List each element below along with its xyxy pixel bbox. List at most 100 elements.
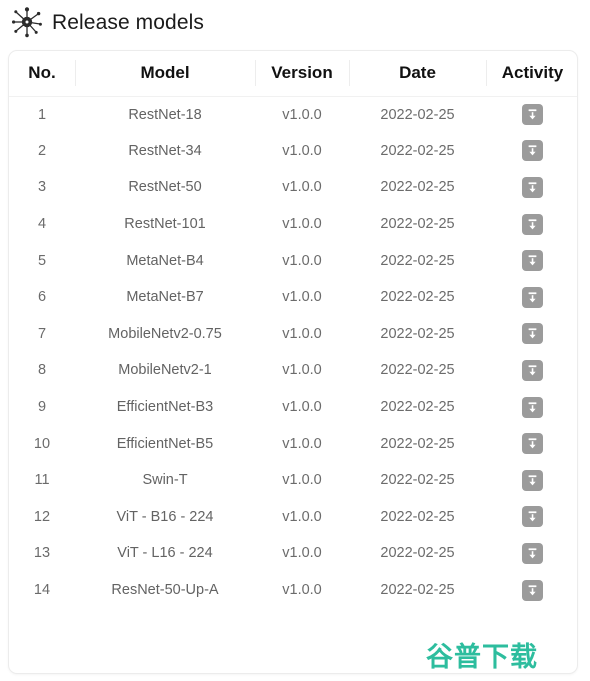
network-nodes-icon: [10, 5, 44, 39]
cell-model: RestNet-50: [128, 179, 202, 196]
cell-version: v1.0.0: [282, 508, 322, 525]
download-icon[interactable]: [522, 286, 543, 308]
cell-version: v1.0.0: [282, 435, 322, 452]
table-row: 4 RestNet-101 v1.0.0 2022-02-25: [9, 206, 577, 243]
table-row: 8 MobileNetv2-1 v1.0.0 2022-02-25: [9, 352, 577, 389]
cell-no: 2: [37, 142, 47, 159]
cell-model: Swin-T: [142, 472, 188, 489]
cell-activity: [486, 242, 577, 279]
download-icon[interactable]: [522, 396, 543, 418]
column-header-activity[interactable]: Activity: [486, 51, 577, 97]
release-models-table: No. Model Version Date Activity 1 RestNet…: [9, 51, 577, 609]
cell-date: 2022-02-25: [380, 106, 455, 123]
cell-version: v1.0.0: [282, 399, 322, 416]
cell-date: 2022-02-25: [380, 142, 455, 159]
column-header-version[interactable]: Version: [255, 51, 349, 97]
cell-model: MetaNet-B4: [126, 252, 204, 269]
cell-model: RestNet-34: [128, 142, 202, 159]
download-icon[interactable]: [522, 506, 543, 528]
cell-version: v1.0.0: [282, 106, 322, 123]
cell-date: 2022-02-25: [380, 435, 455, 452]
table-row: 1 RestNet-18 v1.0.0 2022-02-25: [9, 96, 577, 133]
cell-date: 2022-02-25: [380, 289, 455, 306]
download-icon[interactable]: [522, 359, 543, 381]
download-icon[interactable]: [522, 176, 543, 198]
download-icon[interactable]: [522, 323, 543, 345]
download-icon[interactable]: [522, 104, 543, 126]
cell-date: 2022-02-25: [380, 179, 455, 196]
cell-version: v1.0.0: [282, 142, 322, 159]
download-icon[interactable]: [522, 433, 543, 455]
cell-no: 11: [34, 472, 50, 489]
cell-activity: [486, 96, 577, 133]
page-title: Release models: [52, 10, 204, 34]
cell-date: 2022-02-25: [380, 362, 455, 379]
table-row: 12 ViT - B16 - 224 v1.0.0 2022-02-25: [9, 499, 577, 536]
cell-activity: [486, 535, 577, 572]
column-header-model[interactable]: Model: [75, 51, 255, 97]
table-row: 7 MobileNetv2-0.75 v1.0.0 2022-02-25: [9, 316, 577, 353]
table-row: 3 RestNet-50 v1.0.0 2022-02-25: [9, 169, 577, 206]
cell-activity: [486, 206, 577, 243]
cell-version: v1.0.0: [282, 472, 322, 489]
cell-no: 12: [33, 508, 51, 525]
cell-model: ViT - L16 - 224: [117, 545, 213, 562]
cell-date: 2022-02-25: [380, 252, 455, 269]
cell-version: v1.0.0: [282, 582, 322, 599]
cell-activity: [486, 169, 577, 206]
cell-version: v1.0.0: [282, 216, 322, 233]
table-row: 13 ViT - L16 - 224 v1.0.0 2022-02-25: [9, 535, 577, 572]
download-icon[interactable]: [522, 140, 543, 162]
table-body: 1 RestNet-18 v1.0.0 2022-02-25 2 RestNet-34 v1…: [9, 96, 577, 609]
cell-no: 5: [37, 252, 47, 269]
cell-version: v1.0.0: [282, 179, 322, 196]
cell-no: 9: [37, 399, 47, 416]
cell-no: 6: [37, 289, 47, 306]
cell-model: ResNet-50-Up-A: [111, 582, 219, 599]
cell-no: 10: [33, 435, 51, 452]
cell-activity: [486, 389, 577, 426]
cell-version: v1.0.0: [282, 325, 322, 342]
page-header: Release models: [0, 0, 590, 44]
cell-activity: [486, 425, 577, 462]
cell-activity: [486, 279, 577, 316]
cell-activity: [486, 572, 577, 609]
cell-date: 2022-02-25: [380, 399, 455, 416]
cell-date: 2022-02-25: [380, 472, 455, 489]
cell-version: v1.0.0: [282, 289, 322, 306]
column-header-no[interactable]: No.: [9, 51, 75, 97]
cell-date: 2022-02-25: [380, 582, 455, 599]
table-header-row: No. Model Version Date Activity: [9, 51, 577, 97]
cell-model: ViT - B16 - 224: [116, 508, 214, 525]
watermark: 谷普下载: [426, 642, 538, 673]
download-icon[interactable]: [522, 469, 543, 491]
cell-activity: [486, 352, 577, 389]
table-row: 14 ResNet-50-Up-A v1.0.0 2022-02-25: [9, 572, 577, 609]
download-icon[interactable]: [522, 250, 543, 272]
cell-model: MobileNetv2-1: [118, 362, 212, 379]
cell-model: EfficientNet-B3: [116, 399, 214, 416]
cell-date: 2022-02-25: [380, 325, 455, 342]
table-row: 5 MetaNet-B4 v1.0.0 2022-02-25: [9, 242, 577, 279]
cell-activity: [486, 316, 577, 353]
table-header: No. Model Version Date Activity: [9, 51, 577, 97]
cell-model: RestNet-18: [128, 106, 202, 123]
cell-activity: [486, 499, 577, 536]
cell-no: 14: [33, 582, 51, 599]
cell-activity: [486, 133, 577, 170]
cell-date: 2022-02-25: [380, 508, 455, 525]
download-icon[interactable]: [522, 542, 543, 564]
cell-no: 7: [37, 325, 47, 342]
cell-version: v1.0.0: [282, 252, 322, 269]
cell-version: v1.0.0: [282, 362, 322, 379]
download-icon[interactable]: [522, 579, 543, 601]
cell-no: 4: [37, 216, 47, 233]
cell-date: 2022-02-25: [380, 216, 455, 233]
cell-version: v1.0.0: [282, 545, 322, 562]
cell-date: 2022-02-25: [380, 545, 455, 562]
cell-no: 1: [37, 106, 47, 123]
cell-model: RestNet-101: [124, 216, 206, 233]
download-icon[interactable]: [522, 213, 543, 235]
table-row: 11 Swin-T v1.0.0 2022-02-25: [9, 462, 577, 499]
column-header-date[interactable]: Date: [349, 51, 486, 97]
